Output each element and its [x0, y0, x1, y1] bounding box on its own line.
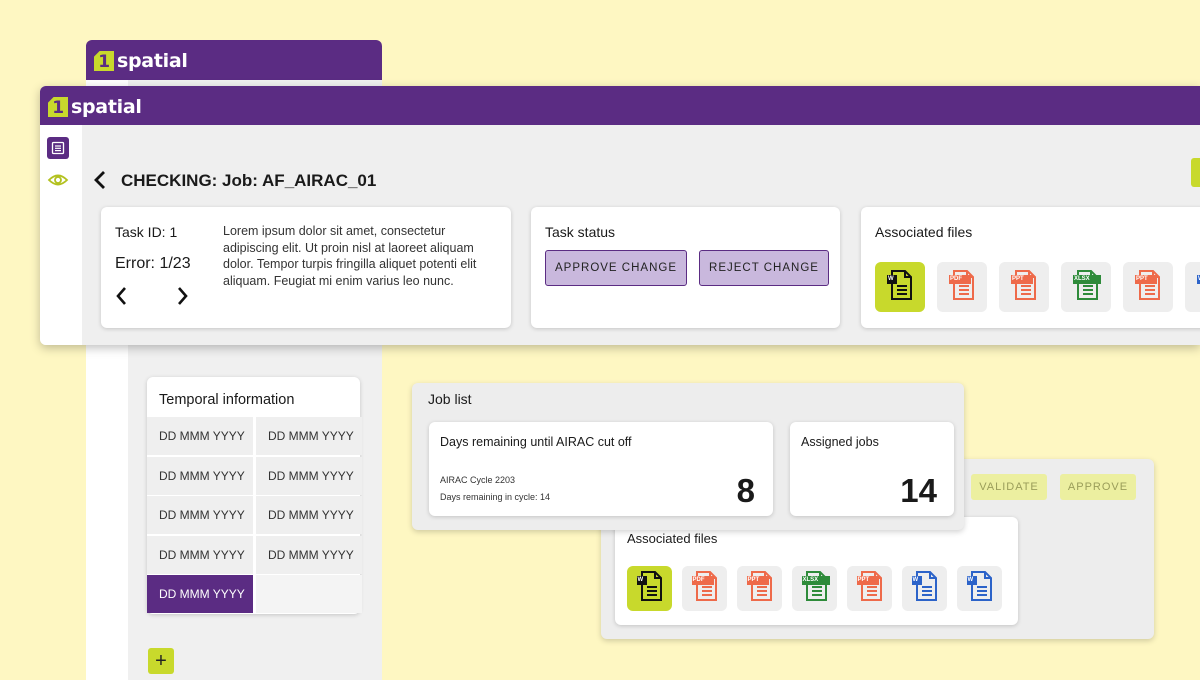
- file-type-label: XLSX: [802, 577, 819, 583]
- file-type-label: PPT: [1012, 275, 1024, 282]
- date-cell[interactable]: DD MMM YYYY: [147, 535, 253, 574]
- associated-files-title: Associated files: [627, 531, 718, 546]
- date-cell[interactable]: DD MMM YYYY: [256, 417, 362, 455]
- brand-logo: 1 spatial: [48, 96, 142, 118]
- file-pdf-tile[interactable]: PPT: [737, 566, 782, 611]
- assigned-jobs-value: 14: [900, 472, 937, 509]
- list-icon[interactable]: [47, 137, 69, 159]
- file-xlsx-icon: XLSX: [800, 570, 830, 607]
- file-type-label: PDF: [950, 275, 962, 282]
- temporal-information-card: Temporal information DD MMM YYYY DD MMM Y…: [147, 377, 362, 614]
- brand-name: spatial: [117, 50, 188, 72]
- date-cell[interactable]: DD MMM YYYY: [147, 456, 253, 495]
- date-cell[interactable]: DD MMM YYYY: [256, 535, 362, 574]
- file-word-icon: W: [635, 570, 665, 607]
- task-status-card: Task status APPROVE CHANGE REJECT CHANGE: [531, 207, 840, 328]
- file-pdf-icon: PPT: [1133, 269, 1163, 306]
- file-type-label: PDF: [692, 577, 705, 583]
- assigned-jobs-card: Assigned jobs 14: [790, 422, 954, 516]
- plus-icon: +: [155, 649, 167, 672]
- file-word-icon: W: [965, 570, 995, 607]
- associated-files-title: Associated files: [875, 224, 973, 240]
- brand-name: spatial: [71, 96, 142, 118]
- job-list-title: Job list: [428, 391, 472, 407]
- days-card-title: Days remaining until AIRAC cut off: [440, 435, 632, 449]
- file-pdf-icon: PPT: [745, 570, 775, 607]
- validate-button[interactable]: VALIDATE: [971, 474, 1047, 500]
- file-word-tile[interactable]: W: [957, 566, 1002, 611]
- header-action-stub[interactable]: [1191, 158, 1200, 187]
- file-pdf-icon: PDF: [690, 570, 720, 607]
- assigned-jobs-title: Assigned jobs: [801, 435, 879, 449]
- back-button[interactable]: [93, 170, 109, 190]
- task-id: Task ID: 1: [115, 224, 178, 240]
- days-remaining-card: Days remaining until AIRAC cut off AIRAC…: [429, 422, 773, 516]
- main-window: 1 spatial CHECKING: Job: AF_AIRAC_01 Tas…: [40, 86, 1200, 345]
- task-status-title: Task status: [545, 224, 616, 240]
- task-card: Task ID: 1 Error: 1/23 Lorem ipsum dolor…: [101, 207, 511, 328]
- file-xlsx-tile[interactable]: XLSX: [1061, 262, 1111, 312]
- file-type-label: W: [888, 275, 894, 282]
- airac-cycle: AIRAC Cycle 2203: [440, 475, 516, 485]
- associated-files-card-top: Associated files W PDF PPT XLSX PPT W: [861, 207, 1200, 328]
- temporal-title: Temporal information: [159, 392, 295, 408]
- file-word-tile[interactable]: W: [875, 262, 925, 312]
- file-pdf-icon: PPT: [855, 570, 885, 607]
- file-type-label: W: [912, 577, 919, 583]
- date-cell[interactable]: DD MMM YYYY: [147, 417, 253, 455]
- file-pdf-tile[interactable]: PDF: [682, 566, 727, 611]
- file-type-label: W: [967, 577, 974, 583]
- next-error-button[interactable]: [175, 286, 189, 306]
- eye-icon[interactable]: [47, 169, 69, 191]
- chevron-right-icon: [178, 287, 188, 305]
- reject-change-button[interactable]: REJECT CHANGE: [699, 250, 829, 286]
- file-pdf-icon: PDF: [947, 269, 977, 306]
- chevron-left-icon: [94, 171, 105, 189]
- date-cell[interactable]: DD MMM YYYY: [147, 496, 253, 534]
- logo-mark: 1: [48, 97, 68, 117]
- file-type-label: PPT: [747, 577, 760, 583]
- approve-change-button[interactable]: APPROVE CHANGE: [545, 250, 687, 286]
- error-count: Error: 1/23: [115, 255, 191, 272]
- add-date-button[interactable]: +: [148, 648, 174, 674]
- file-xlsx-icon: XLSX: [1071, 269, 1101, 306]
- page-title: CHECKING: Job: AF_AIRAC_01: [121, 171, 377, 190]
- file-type-label: W: [637, 577, 644, 583]
- file-type-label: XLSX: [1074, 275, 1090, 282]
- file-xlsx-tile[interactable]: XLSX: [792, 566, 837, 611]
- date-cell-selected[interactable]: DD MMM YYYY: [147, 575, 253, 613]
- main-header: 1 spatial: [40, 86, 1200, 125]
- chevron-left-icon: [116, 287, 126, 305]
- brand-logo: 1 spatial: [94, 50, 188, 72]
- back-window-header: 1 spatial: [86, 40, 382, 80]
- logo-mark: 1: [94, 51, 114, 71]
- file-pdf-tile[interactable]: PPT: [847, 566, 892, 611]
- date-cell[interactable]: DD MMM YYYY: [256, 456, 362, 495]
- file-word-icon: W: [910, 570, 940, 607]
- main-sidebar: [40, 125, 82, 345]
- file-word-tile[interactable]: W: [1185, 262, 1200, 312]
- job-list-panel: Job list Days remaining until AIRAC cut …: [412, 383, 964, 530]
- file-pdf-tile[interactable]: PDF: [937, 262, 987, 312]
- days-remaining-value: 8: [736, 472, 755, 509]
- associated-files-card-bottom: Associated files W PDF PPT XLSX PPT W W: [615, 517, 1018, 625]
- date-cell[interactable]: [256, 575, 362, 613]
- file-word-icon: W: [1195, 269, 1200, 306]
- file-word-tile[interactable]: W: [627, 566, 672, 611]
- file-type-label: PPT: [857, 577, 870, 583]
- file-word-tile[interactable]: W: [902, 566, 947, 611]
- file-pdf-tile[interactable]: PPT: [1123, 262, 1173, 312]
- task-description: Lorem ipsum dolor sit amet, consectetur …: [223, 224, 477, 288]
- file-word-icon: W: [885, 269, 915, 306]
- approve-button[interactable]: APPROVE: [1060, 474, 1136, 500]
- prev-error-button[interactable]: [115, 286, 129, 306]
- file-type-label: PPT: [1136, 275, 1148, 282]
- date-cell[interactable]: DD MMM YYYY: [256, 496, 362, 534]
- file-pdf-icon: PPT: [1009, 269, 1039, 306]
- file-pdf-tile[interactable]: PPT: [999, 262, 1049, 312]
- days-in-cycle: Days remaining in cycle: 14: [440, 492, 551, 502]
